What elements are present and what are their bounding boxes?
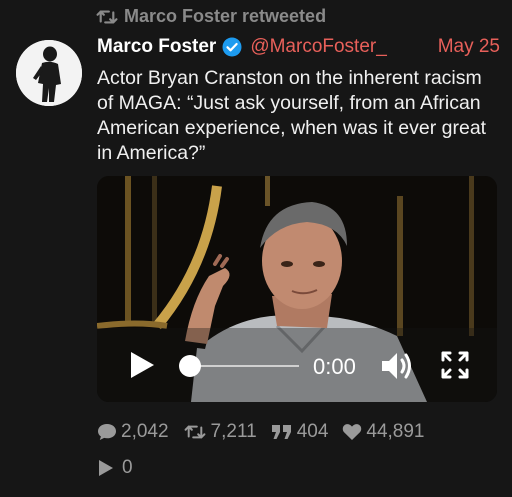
quote-stat[interactable]: 404 (271, 421, 329, 443)
quote-icon (271, 425, 291, 439)
like-count: 44,891 (366, 421, 425, 442)
tweet-header: Marco Foster @MarcoFoster_ May 25 (97, 36, 500, 58)
author-name[interactable]: Marco Foster (97, 36, 216, 58)
retweet-count-icon (184, 425, 205, 439)
reply-icon (98, 424, 116, 440)
retweet-stat[interactable]: 7,211 (183, 421, 257, 443)
volume-icon[interactable] (380, 350, 416, 382)
retweet-count: 7,211 (210, 421, 257, 442)
like-stat[interactable]: 44,891 (342, 421, 425, 443)
verified-badge-icon (222, 37, 242, 57)
tweet-card: Marco Foster retweeted Marco Foster @Mar… (0, 0, 512, 497)
view-play-icon (99, 460, 113, 476)
view-count: 0 (122, 457, 133, 478)
quote-count: 404 (296, 421, 329, 442)
retweet-label: Marco Foster retweeted (124, 6, 327, 26)
play-icon[interactable] (127, 350, 157, 380)
fullscreen-icon[interactable] (440, 350, 470, 380)
reply-stat[interactable]: 2,042 (97, 421, 169, 443)
retweet-indicator[interactable]: Marco Foster retweeted (96, 6, 326, 27)
video-time: 0:00 (313, 354, 356, 379)
tweet-stats: 2,042 7,211 404 44,891 (97, 421, 439, 443)
video-player[interactable]: 0:00 (97, 176, 497, 402)
retweet-icon (96, 10, 118, 23)
author-handle[interactable]: @MarcoFoster_ (250, 36, 387, 58)
heart-icon (343, 424, 362, 440)
seek-handle[interactable] (179, 355, 201, 377)
tweet-date[interactable]: May 25 (438, 36, 500, 58)
video-controls: 0:00 (97, 328, 497, 402)
tweet-text: Actor Bryan Cranston on the inherent rac… (97, 67, 487, 164)
avatar-image (16, 40, 82, 106)
reply-count: 2,042 (121, 421, 169, 442)
avatar[interactable] (16, 40, 82, 106)
view-stat[interactable]: 0 (98, 457, 133, 479)
